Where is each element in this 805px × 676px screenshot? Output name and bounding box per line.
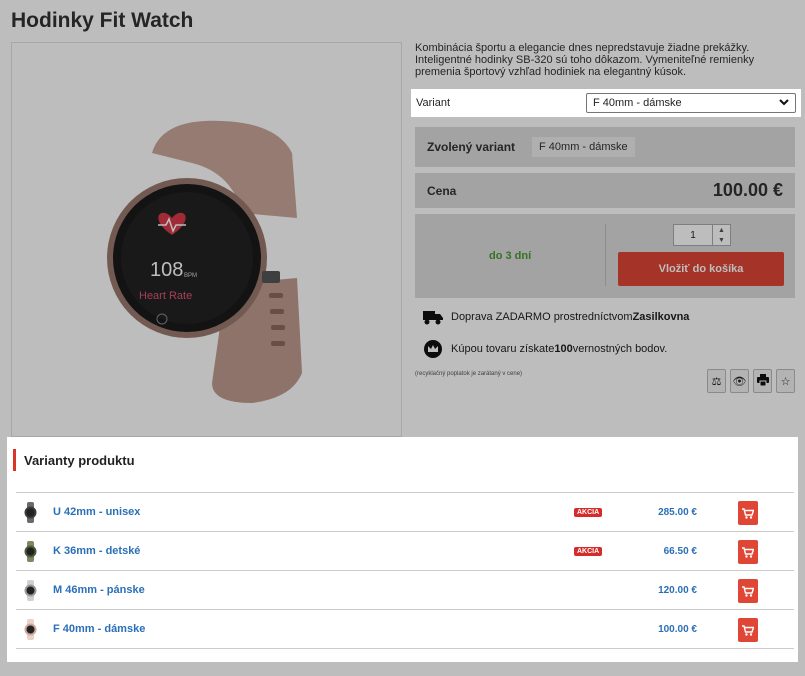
variant-add-to-cart-button[interactable] [738, 501, 758, 525]
loyalty-prefix: Kúpou tovaru získate [451, 343, 555, 355]
variants-panel: Varianty produktu U 42mm - unisex AKCIA 28… [7, 437, 798, 662]
shipping-text: Doprava ZADARMO prostredníctvom [451, 311, 633, 323]
availability-status: do 3 dní [489, 250, 532, 262]
table-row[interactable]: F 40mm - dámske 100.00 € [16, 610, 794, 649]
variant-select[interactable]: F 40mm - dámske [586, 93, 796, 113]
variant-selector-row: Variant F 40mm - dámske [411, 89, 801, 117]
watchdog-button[interactable]: 👁 [730, 369, 749, 393]
chevron-down-icon [779, 97, 789, 109]
cart-icon [742, 624, 754, 636]
variant-price: 66.50 € [663, 545, 697, 557]
heart-rate-label: Heart Rate [139, 290, 192, 302]
cart-icon [742, 546, 754, 558]
variant-name-link[interactable]: M 46mm - pánske [53, 584, 145, 596]
variants-table: U 42mm - unisex AKCIA 285.00 € K 36mm - det… [16, 492, 794, 649]
truck-icon [423, 307, 443, 327]
chosen-variant-tag: F 40mm - dámske [532, 137, 635, 157]
chosen-variant-label: Zvolený variant [427, 140, 516, 154]
variant-price: 100.00 € [658, 623, 697, 635]
bpm-value: 108 [150, 259, 183, 281]
variant-price: 120.00 € [658, 584, 697, 596]
variant-thumbnail[interactable] [22, 502, 39, 523]
buy-box: do 3 dní 1 ▲ ▼ Vložiť do košíka [415, 214, 795, 298]
loyalty-points: 100 [554, 343, 573, 355]
crown-icon [423, 339, 443, 359]
divider [605, 224, 606, 286]
quantity-value[interactable]: 1 [674, 230, 712, 241]
variant-add-to-cart-button[interactable] [738, 579, 758, 603]
variant-thumbnail[interactable] [22, 619, 39, 640]
product-image[interactable]: 108 BPM Heart Rate [11, 42, 402, 437]
cart-icon [742, 585, 754, 597]
loyalty-info: Kúpou tovaru získate 100 vernostných bod… [423, 339, 667, 359]
price-label: Cena [427, 183, 457, 198]
arrow-up-icon[interactable]: ▲ [718, 227, 725, 234]
table-row[interactable]: U 42mm - unisex AKCIA 285.00 € [16, 493, 794, 532]
variant-label: Variant [416, 97, 451, 109]
variant-name-link[interactable]: U 42mm - unisex [53, 506, 140, 518]
star-icon: ☆ [780, 375, 791, 388]
arrow-down-icon[interactable]: ▼ [718, 237, 725, 244]
sale-badge: AKCIA [574, 507, 603, 517]
add-to-cart-button[interactable]: Vložiť do košíka [618, 252, 784, 286]
printer-icon [756, 373, 769, 389]
product-description: Kombinácia športu a elegancie dnes nepre… [415, 42, 755, 78]
loyalty-suffix: vernostných bodov. [572, 343, 668, 355]
favorite-button[interactable]: ☆ [776, 369, 795, 393]
bpm-unit: BPM [184, 273, 197, 279]
table-row[interactable]: M 46mm - pánske 120.00 € [16, 571, 794, 610]
variant-add-to-cart-button[interactable] [738, 540, 758, 564]
chosen-variant-box: Zvolený variant F 40mm - dámske [415, 127, 795, 167]
variant-name-link[interactable]: K 36mm - detské [53, 545, 140, 557]
variant-selected-value: F 40mm - dámske [593, 97, 682, 109]
price-box: Cena 100.00 € [415, 173, 795, 208]
shipping-carrier: Zasilkovna [632, 311, 690, 323]
variant-name-link[interactable]: F 40mm - dámske [53, 623, 145, 635]
quantity-arrows[interactable]: ▲ ▼ [712, 225, 730, 245]
product-actions: ⚖ 👁 ☆ [707, 369, 795, 393]
variants-panel-title: Varianty produktu [13, 449, 135, 471]
quantity-stepper[interactable]: 1 ▲ ▼ [673, 224, 731, 246]
variant-thumbnail[interactable] [22, 541, 39, 562]
table-row[interactable]: K 36mm - detské AKCIA 66.50 € [16, 532, 794, 571]
variant-thumbnail[interactable] [22, 580, 39, 601]
compare-button[interactable]: ⚖ [707, 369, 726, 393]
print-button[interactable] [753, 369, 772, 393]
watch-image: 108 BPM Heart Rate [107, 120, 302, 403]
shipping-info: Doprava ZADARMO prostredníctvom Zasilkov… [423, 307, 689, 327]
price-value: 100.00 € [712, 180, 783, 200]
cart-icon [742, 507, 754, 519]
scales-icon: ⚖ [711, 375, 722, 388]
eye-icon: 👁 [732, 375, 747, 388]
variant-price: 285.00 € [658, 506, 697, 518]
variant-add-to-cart-button[interactable] [738, 618, 758, 642]
page-title: Hodinky Fit Watch [11, 9, 194, 32]
sale-badge: AKCIA [574, 546, 603, 556]
recycling-fee-note: (recyklačný poplatok je zarátaný v cene) [415, 371, 523, 377]
